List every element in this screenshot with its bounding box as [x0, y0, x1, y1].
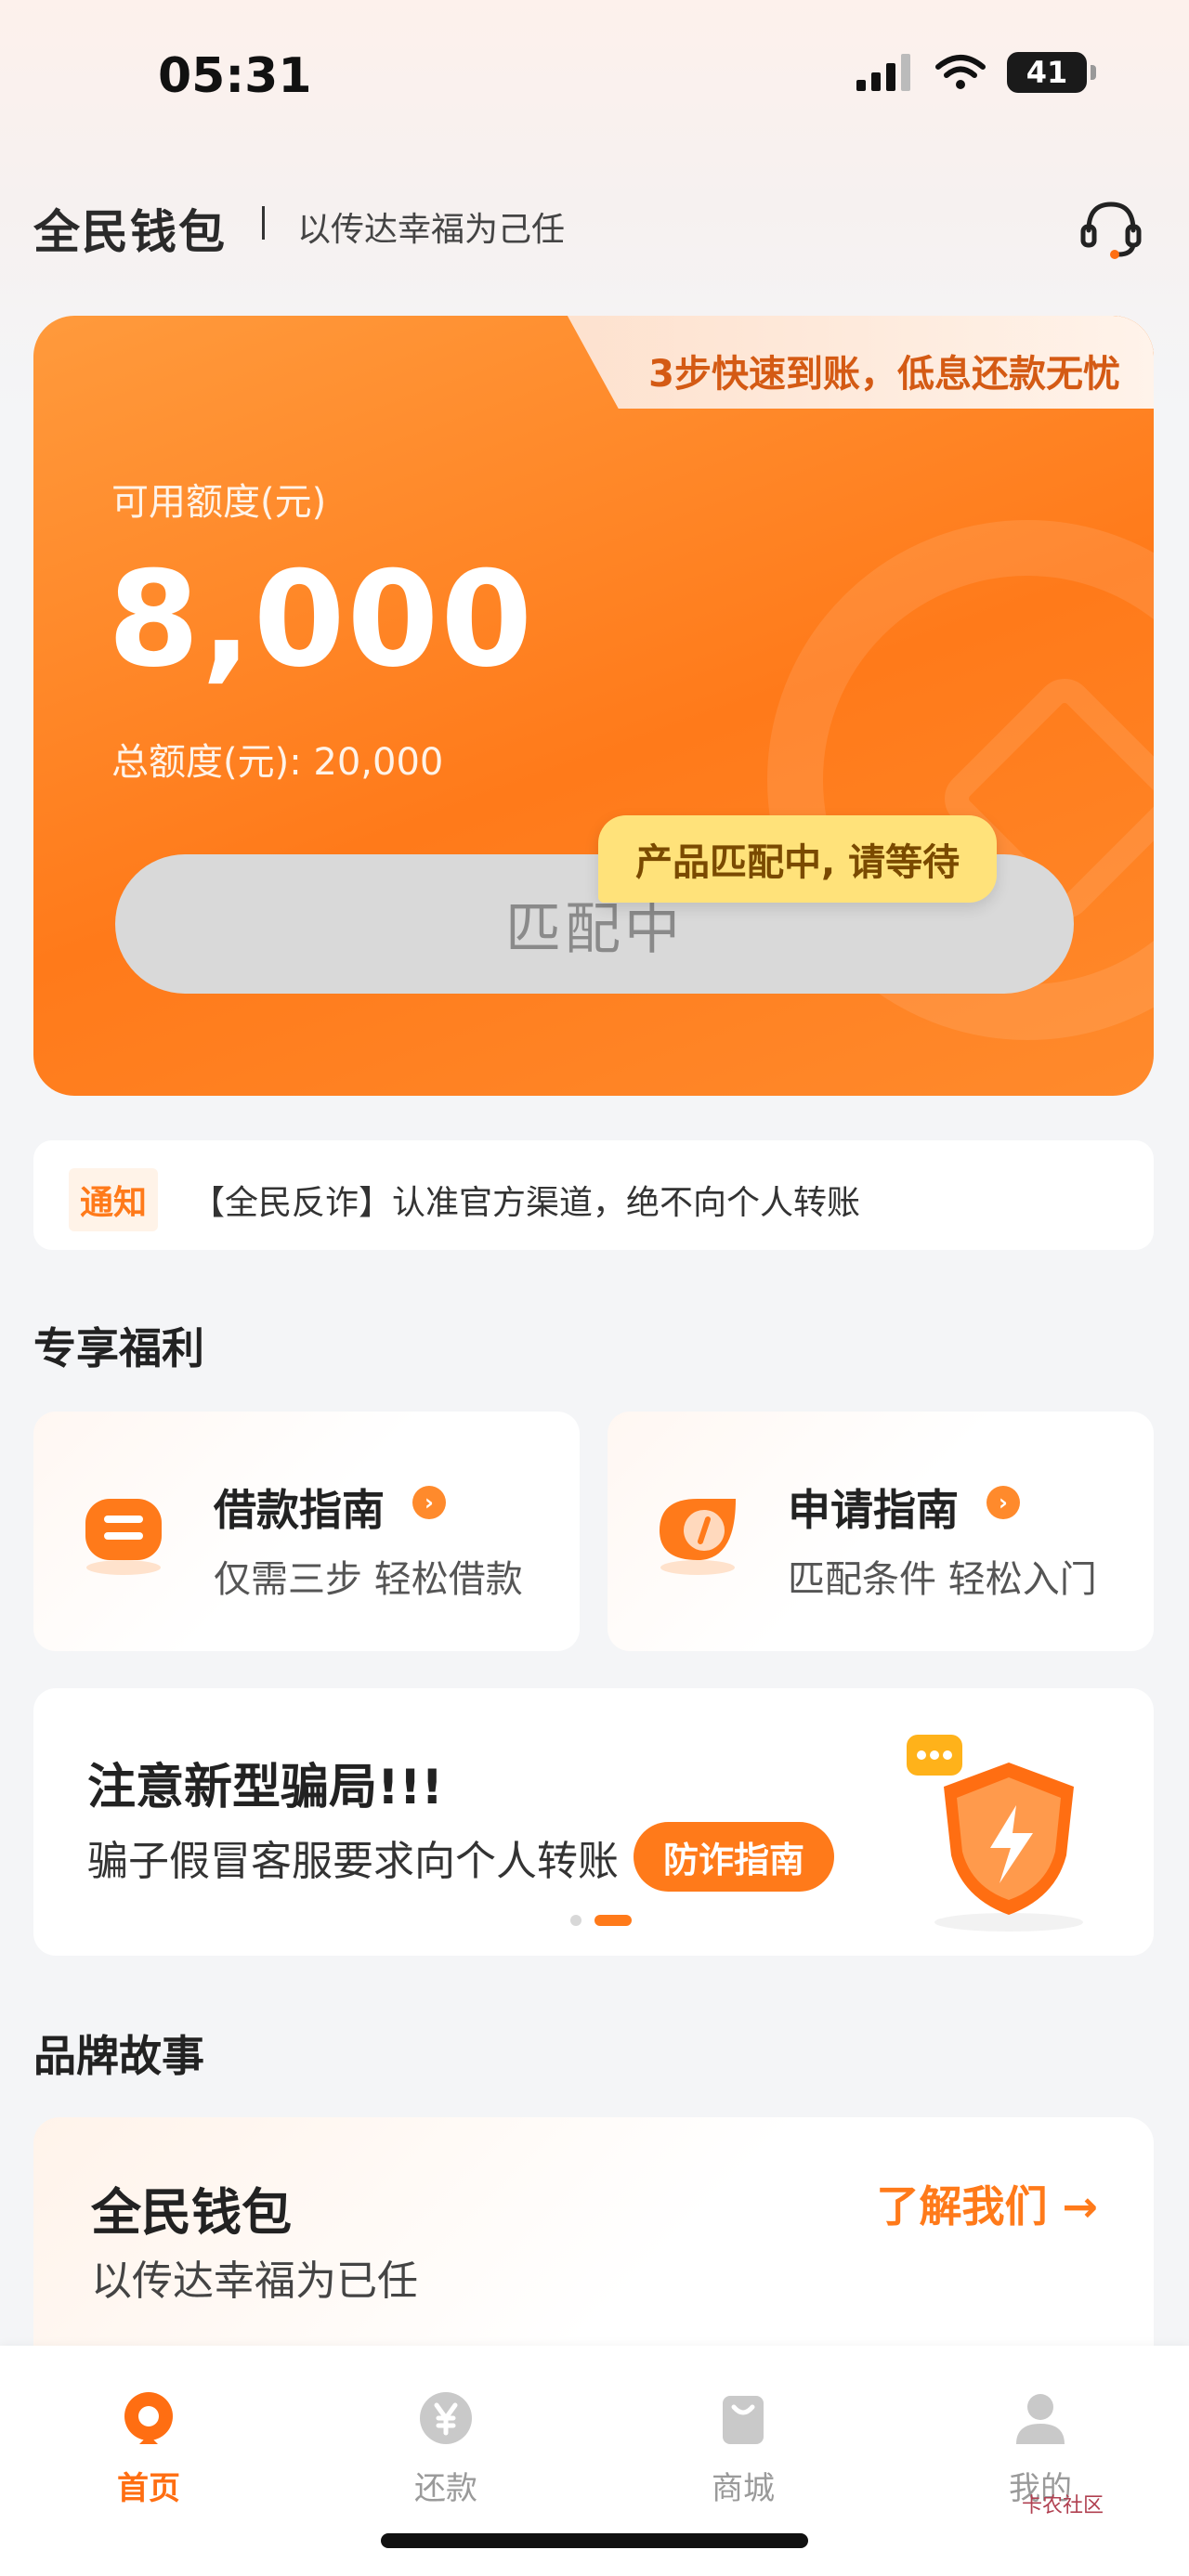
yuan-coin-icon [420, 2392, 472, 2444]
matching-tip: 产品匹配中, 请等待 [598, 815, 998, 903]
notice-badge: 通知 [69, 1168, 159, 1231]
brand-subtitle: 以传达幸福为已任 [91, 2257, 418, 2305]
home-indicator [381, 2533, 808, 2548]
total-limit: 总额度(元): 20,000 [111, 741, 444, 784]
banner-title: 注意新型骗局!!! [87, 1760, 444, 1815]
brand-title: 全民钱包 [91, 2183, 292, 2242]
apply-guide-card[interactable]: 申请指南 › 匹配条件 轻松入门 [608, 1412, 1154, 1651]
anti-fraud-banner[interactable]: 注意新型骗局!!! 骗子假冒客服要求向个人转账 防诈指南 [33, 1688, 1154, 1956]
status-time: 05:31 [158, 48, 312, 104]
loan-guide-icon [85, 1499, 162, 1575]
tab-repay[interactable]: 还款 [297, 2362, 594, 2520]
header-slogan: 以传达幸福为己任 [297, 211, 566, 249]
tab-mall-label: 商城 [712, 2470, 775, 2507]
shopping-bag-icon [723, 2396, 764, 2444]
loan-guide-title: 借款指南 [214, 1485, 385, 1535]
anti-fraud-guide-button[interactable]: 防诈指南 [634, 1822, 835, 1892]
apply-guide-title: 申请指南 [788, 1485, 959, 1535]
loan-guide-card[interactable]: 借款指南 › 仅需三步 轻松借款 [33, 1412, 580, 1651]
credit-card-panel: 3步快速到账，低息还款无忧 可用额度(元) 8,000 总额度(元): 20,0… [33, 316, 1154, 1096]
tab-repay-label: 还款 [414, 2470, 477, 2507]
signal-icon [856, 54, 910, 91]
app-name: 全民钱包 [33, 205, 227, 259]
customer-service-icon[interactable] [1078, 195, 1144, 262]
carousel-dot-active [594, 1915, 632, 1926]
home-icon [124, 2392, 173, 2444]
watermark: 卡农社区 [1022, 2494, 1104, 2517]
banner-subtitle: 骗子假冒客服要求向个人转账 [87, 1838, 619, 1885]
user-icon [1016, 2394, 1065, 2444]
carousel-dot [570, 1915, 581, 1926]
brand-section-title: 品牌故事 [33, 2031, 204, 2081]
battery-indicator: 41 [1007, 52, 1096, 93]
benefits-title: 专享福利 [33, 1323, 204, 1373]
header-divider [262, 206, 265, 240]
loan-guide-sub: 仅需三步 轻松借款 [214, 1558, 523, 1601]
apply-guide-sub: 匹配条件 轻松入门 [788, 1558, 1097, 1601]
available-amount: 8,000 [108, 543, 535, 696]
notice-bar[interactable]: 通知 【全民反诈】认准官方渠道，绝不向个人转账 [33, 1140, 1154, 1250]
hero-tab-text: 3步快速到账，低息还款无忧 [648, 353, 1120, 396]
chevron-right-icon: › [412, 1486, 446, 1519]
shield-icon [907, 1735, 1083, 1932]
chevron-right-icon: › [986, 1486, 1020, 1519]
notice-text: 【全民反诈】认准官方渠道，绝不向个人转账 [191, 1184, 861, 1222]
status-icons: 41 [856, 52, 1096, 93]
tab-home[interactable]: 首页 [0, 2362, 297, 2520]
about-us-link[interactable]: 了解我们 → [876, 2173, 1098, 2234]
tab-mall[interactable]: 商城 [594, 2362, 892, 2520]
compass-icon [660, 1499, 736, 1575]
tab-home-label: 首页 [117, 2470, 180, 2507]
wifi-icon [935, 55, 986, 89]
available-label: 可用额度(元) [111, 481, 327, 524]
